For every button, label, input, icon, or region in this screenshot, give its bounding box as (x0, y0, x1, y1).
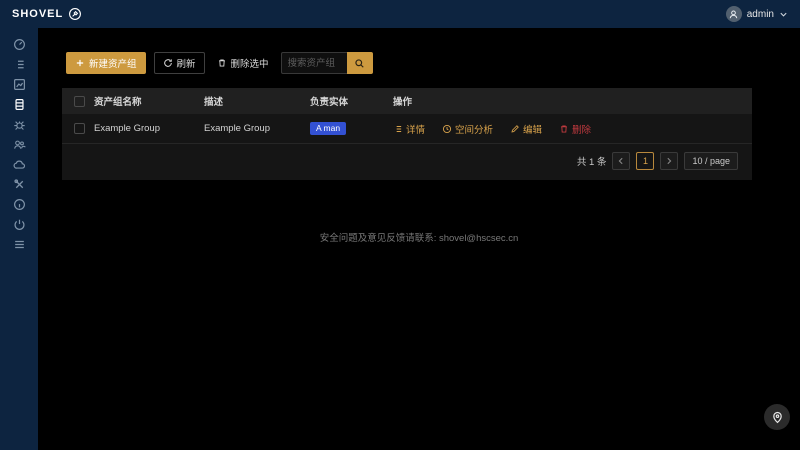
dashboard-icon (13, 38, 26, 51)
sidebar-item-tools[interactable] (0, 174, 38, 194)
row-name: Example Group (94, 123, 161, 134)
page-size-select[interactable]: 10 / page (684, 152, 738, 170)
asset-group-table: 资产组名称 描述 负责实体 操作 Example Group Example G… (62, 88, 752, 180)
sidebar-item-task-list[interactable] (0, 54, 38, 74)
trash-icon (217, 58, 227, 68)
delete-label: 删除 (572, 124, 592, 136)
search-icon (354, 58, 365, 69)
shovel-logo-icon (68, 7, 82, 21)
details-list-icon (393, 124, 403, 134)
line-chart-icon (13, 78, 26, 91)
space-analysis-label: 空间分析 (455, 124, 494, 136)
entity-badge: A man (310, 122, 347, 135)
footer-contact: 安全问题及意见反馈请联系: shovel@hscsec.cn (319, 233, 519, 244)
prev-page-button[interactable] (612, 152, 631, 170)
search-button[interactable] (346, 52, 373, 74)
sidebar-item-chart[interactable] (0, 74, 38, 94)
database-icon (13, 98, 26, 111)
select-all-cell (62, 95, 94, 107)
tools-icon (13, 178, 26, 191)
location-fab-button[interactable] (764, 404, 790, 430)
row-select-cell (62, 123, 94, 134)
pagination: 共 1 条 1 10 / page (62, 144, 752, 180)
refresh-label: 刷新 (176, 59, 196, 70)
list-icon (13, 58, 26, 71)
plus-icon (75, 58, 85, 68)
header-entity: 负责实体 (310, 97, 349, 108)
search-group (280, 52, 373, 74)
table-row: Example Group Example Group A man 详情 空间分… (62, 114, 752, 144)
edit-pencil-icon (510, 124, 520, 134)
refresh-button[interactable]: 刷新 (153, 52, 205, 74)
top-navbar: SHOVEL admin (0, 0, 800, 28)
header-name: 资产组名称 (94, 97, 142, 108)
main-content: 新建资产组 刷新 删除选中 搜索资产组 资产组名称 描述 负责实体 操作 Exa… (38, 28, 800, 450)
brand: SHOVEL (12, 7, 82, 21)
user-name: admin (746, 8, 774, 20)
sidebar-item-spider[interactable] (0, 114, 38, 134)
toolbar: 新建资产组 刷新 删除选中 (66, 52, 373, 74)
sidebar-item-menu[interactable] (0, 234, 38, 254)
sidebar-item-info[interactable] (0, 194, 38, 214)
row-entity-cell: A man (310, 122, 393, 135)
menu-bars-icon (13, 238, 26, 251)
select-all-checkbox[interactable] (74, 95, 85, 107)
info-circle-icon (13, 198, 26, 211)
sidebar-item-asset-database[interactable] (0, 94, 38, 114)
search-input[interactable] (280, 52, 347, 74)
user-menu[interactable]: admin (725, 6, 788, 22)
chevron-down-icon (779, 10, 788, 19)
row-checkbox[interactable] (74, 123, 85, 134)
page-number-button[interactable]: 1 (636, 152, 655, 170)
power-icon (13, 218, 26, 231)
details-link[interactable]: 详情 (393, 122, 425, 136)
delete-selected-button[interactable]: 删除选中 (213, 52, 273, 74)
header-description: 描述 (204, 97, 224, 108)
table-header-row: 资产组名称 描述 负责实体 操作 (62, 88, 752, 114)
delete-selected-label: 删除选中 (230, 59, 269, 70)
sidebar-item-cloud[interactable] (0, 154, 38, 174)
edit-label: 编辑 (523, 124, 543, 136)
row-description: Example Group (204, 123, 271, 134)
delete-trash-icon (559, 124, 569, 134)
refresh-icon (163, 58, 173, 68)
row-actions: 详情 空间分析 编辑 删除 (393, 122, 752, 136)
cloud-icon (13, 158, 26, 171)
sidebar-item-dashboard[interactable] (0, 34, 38, 54)
new-asset-group-label: 新建资产组 (89, 59, 137, 70)
team-icon (13, 138, 26, 151)
next-page-button[interactable] (660, 152, 679, 170)
location-pin-icon (771, 411, 784, 424)
sidebar-item-power[interactable] (0, 214, 38, 234)
header-actions: 操作 (393, 97, 413, 108)
edit-link[interactable]: 编辑 (510, 122, 542, 136)
new-asset-group-button[interactable]: 新建资产组 (66, 52, 146, 74)
space-analysis-link[interactable]: 空间分析 (442, 122, 493, 136)
sidebar-nav (0, 28, 38, 450)
brand-name: SHOVEL (12, 8, 64, 20)
sidebar-item-team[interactable] (0, 134, 38, 154)
pagination-total: 共 1 条 (576, 157, 607, 168)
spider-icon (13, 118, 26, 131)
user-avatar (725, 6, 742, 22)
space-analysis-icon (442, 124, 452, 134)
delete-link[interactable]: 删除 (559, 122, 591, 136)
details-label: 详情 (406, 124, 426, 136)
